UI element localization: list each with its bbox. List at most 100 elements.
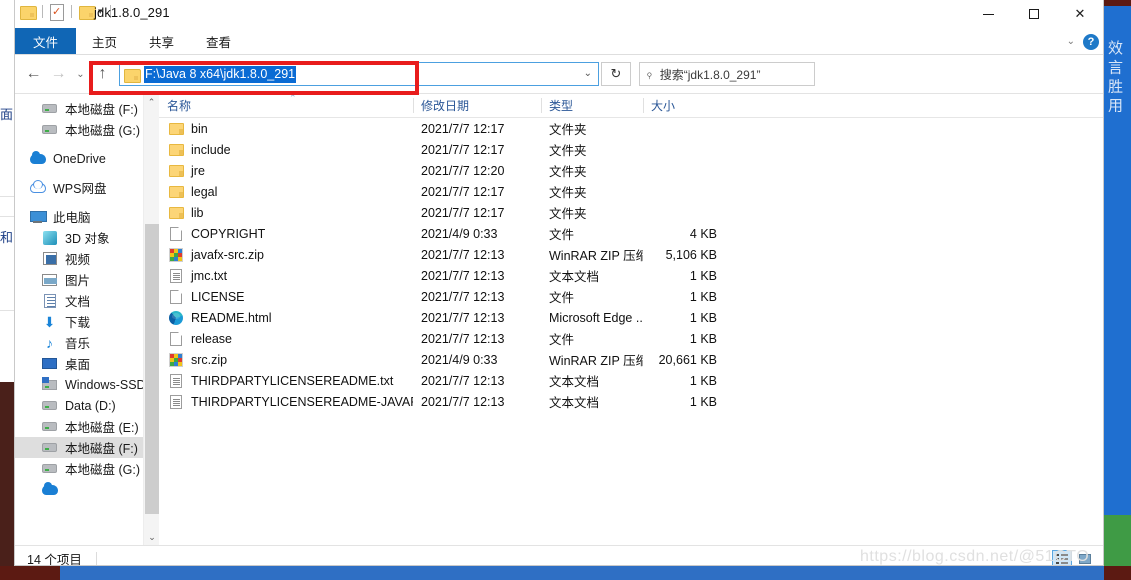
file-date-cell: 2021/7/7 12:13 [421, 373, 505, 388]
sidebar-item-label: 音乐 [65, 337, 91, 351]
folder-icon [168, 122, 184, 135]
sidebar-item-label: 本地磁盘 (G:) [65, 124, 140, 138]
file-name-label: COPYRIGHT [191, 226, 266, 241]
maximize-icon [1029, 9, 1039, 19]
chevron-down-icon[interactable]: ⌄ [584, 68, 592, 79]
navigation-buttons: ← → ⌄ ↑ [21, 61, 115, 87]
zip-icon [168, 352, 184, 367]
up-button[interactable]: ↑ [90, 61, 115, 87]
file-name-cell: include [159, 139, 413, 160]
sidebar-item-3d-objects[interactable]: 3D 对象 [15, 227, 159, 248]
sidebar-item-label: 此电脑 [53, 211, 91, 225]
sidebar-item-wps-cloud[interactable]: WPS网盘 [15, 177, 159, 198]
file-name-cell: src.zip [159, 349, 413, 370]
table-row[interactable]: bin 2021/7/7 12:17 文件夹 [159, 118, 1103, 139]
details-view-button[interactable] [1052, 550, 1072, 565]
column-headers: 名称 ⌃ 修改日期 类型 大小 [159, 94, 1103, 118]
table-row[interactable]: lib 2021/7/7 12:17 文件夹 [159, 202, 1103, 223]
file-name-cell: README.html [159, 307, 413, 328]
tab-view[interactable]: 查看 [190, 28, 247, 55]
column-header-type[interactable]: 类型 [541, 94, 643, 118]
sidebar-item-documents[interactable]: 文档 [15, 290, 159, 311]
file-icon [168, 226, 184, 241]
sidebar-item-downloads[interactable]: ⬇ 下载 [15, 311, 159, 332]
column-header-name[interactable]: 名称 ⌃ [159, 94, 413, 118]
file-date-cell: 2021/7/7 12:17 [421, 142, 505, 157]
minimize-icon [982, 13, 994, 15]
refresh-button[interactable]: ↻ [601, 62, 631, 86]
sidebar-item-label: 下载 [65, 316, 91, 330]
sidebar-item-drive-g-top[interactable]: 本地磁盘 (G:) [15, 119, 159, 140]
table-row[interactable]: include 2021/7/7 12:17 文件夹 [159, 139, 1103, 160]
sidebar-item-this-pc[interactable]: 此电脑 [15, 206, 159, 227]
table-row[interactable]: javafx-src.zip 2021/7/7 12:13 WinRAR ZIP 压… [159, 244, 1103, 265]
column-header-size[interactable]: 大小 [643, 94, 729, 118]
file-name-label: javafx-src.zip [191, 247, 264, 262]
drive-icon [41, 464, 58, 473]
toolbar-divider [42, 5, 43, 18]
sidebar-item-videos[interactable]: 视频 [15, 248, 159, 269]
file-name-cell: COPYRIGHT [159, 223, 413, 244]
sidebar-item-drive-e[interactable]: 本地磁盘 (E:) [15, 416, 159, 437]
sidebar-scrollbar[interactable]: ⌃ ⌄ [143, 94, 159, 545]
forward-button[interactable]: → [46, 61, 71, 87]
sidebar-item-network-partial[interactable] [15, 479, 159, 500]
address-input[interactable]: F:\Java 8 x64\jdk1.8.0_291 ⌄ [119, 62, 599, 86]
scrollbar-thumb[interactable] [145, 224, 159, 514]
sidebar-item-drive-f[interactable]: 本地磁盘 (F:) [15, 437, 159, 458]
sidebar-item-label: 桌面 [65, 358, 91, 372]
details-view-icon [1056, 554, 1068, 564]
table-row[interactable]: jre 2021/7/7 12:20 文件夹 [159, 160, 1103, 181]
table-row[interactable]: legal 2021/7/7 12:17 文件夹 [159, 181, 1103, 202]
window-controls: ✕ [965, 0, 1103, 28]
sidebar-item-pictures[interactable]: 图片 [15, 269, 159, 290]
file-date-cell: 2021/7/7 12:13 [421, 247, 505, 262]
chevron-down-icon[interactable]: ⌄ [1067, 36, 1075, 47]
ribbon-tabs: 文件 主页 共享 查看 [15, 28, 1103, 55]
help-icon[interactable]: ? [1083, 33, 1099, 50]
file-name-label: bin [191, 121, 208, 136]
properties-icon[interactable]: ✓ [50, 4, 64, 21]
file-type-cell: 文本文档 [549, 270, 600, 284]
table-row[interactable]: THIRDPARTYLICENSEREADME-JAVAF... 2021/7/7… [159, 391, 1103, 412]
table-row[interactable]: LICENSE 2021/7/7 12:13 文件 1 KB [159, 286, 1103, 307]
file-name-label: LICENSE [191, 289, 245, 304]
search-input[interactable]: ⌕ 搜索“jdk1.8.0_291” [639, 62, 815, 86]
sidebar-item-windows-ssd[interactable]: Windows-SSD [15, 374, 159, 395]
table-row[interactable]: release 2021/7/7 12:13 文件 1 KB [159, 328, 1103, 349]
tab-file[interactable]: 文件 [15, 28, 77, 55]
3d-objects-icon [41, 230, 58, 245]
recent-locations-button[interactable]: ⌄ [71, 61, 90, 87]
scroll-down-icon[interactable]: ⌄ [144, 529, 159, 545]
maximize-button[interactable] [1011, 0, 1057, 28]
drive-icon [41, 443, 58, 452]
sidebar-item-data-d[interactable]: Data (D:) [15, 395, 159, 416]
new-folder-icon[interactable] [79, 5, 96, 20]
tab-share[interactable]: 共享 [133, 28, 190, 55]
table-row[interactable]: COPYRIGHT 2021/4/9 0:33 文件 4 KB [159, 223, 1103, 244]
search-placeholder: 搜索“jdk1.8.0_291” [659, 67, 761, 82]
table-row[interactable]: THIRDPARTYLICENSEREADME.txt 2021/7/7 12:1… [159, 370, 1103, 391]
close-button[interactable]: ✕ [1057, 0, 1103, 28]
column-header-date[interactable]: 修改日期 [413, 94, 541, 118]
close-icon: ✕ [1074, 6, 1086, 21]
folder-icon[interactable] [20, 5, 37, 20]
tab-home[interactable]: 主页 [76, 28, 133, 55]
back-button[interactable]: ← [21, 61, 46, 87]
sidebar-item-music[interactable]: ♪ 音乐 [15, 332, 159, 353]
thumbnail-view-button[interactable] [1075, 550, 1095, 565]
minimize-button[interactable] [965, 0, 1011, 28]
scroll-up-icon[interactable]: ⌃ [144, 94, 159, 111]
sidebar-item-drive-g[interactable]: 本地磁盘 (G:) [15, 458, 159, 479]
table-row[interactable]: src.zip 2021/4/9 0:33 WinRAR ZIP 压缩... 20,6… [159, 349, 1103, 370]
sidebar-item-onedrive[interactable]: OneDrive [15, 148, 159, 169]
ssd-icon [41, 376, 58, 390]
table-row[interactable]: jmc.txt 2021/7/7 12:13 文本文档 1 KB [159, 265, 1103, 286]
file-name-label: THIRDPARTYLICENSEREADME.txt [191, 373, 394, 388]
table-row[interactable]: README.html 2021/7/7 12:13 Microsoft Edge … [159, 307, 1103, 328]
file-size-cell [643, 202, 729, 223]
sidebar-item-desktop[interactable]: 桌面 [15, 353, 159, 374]
sidebar-item-drive-f-top[interactable]: 本地磁盘 (F:) [15, 98, 159, 119]
